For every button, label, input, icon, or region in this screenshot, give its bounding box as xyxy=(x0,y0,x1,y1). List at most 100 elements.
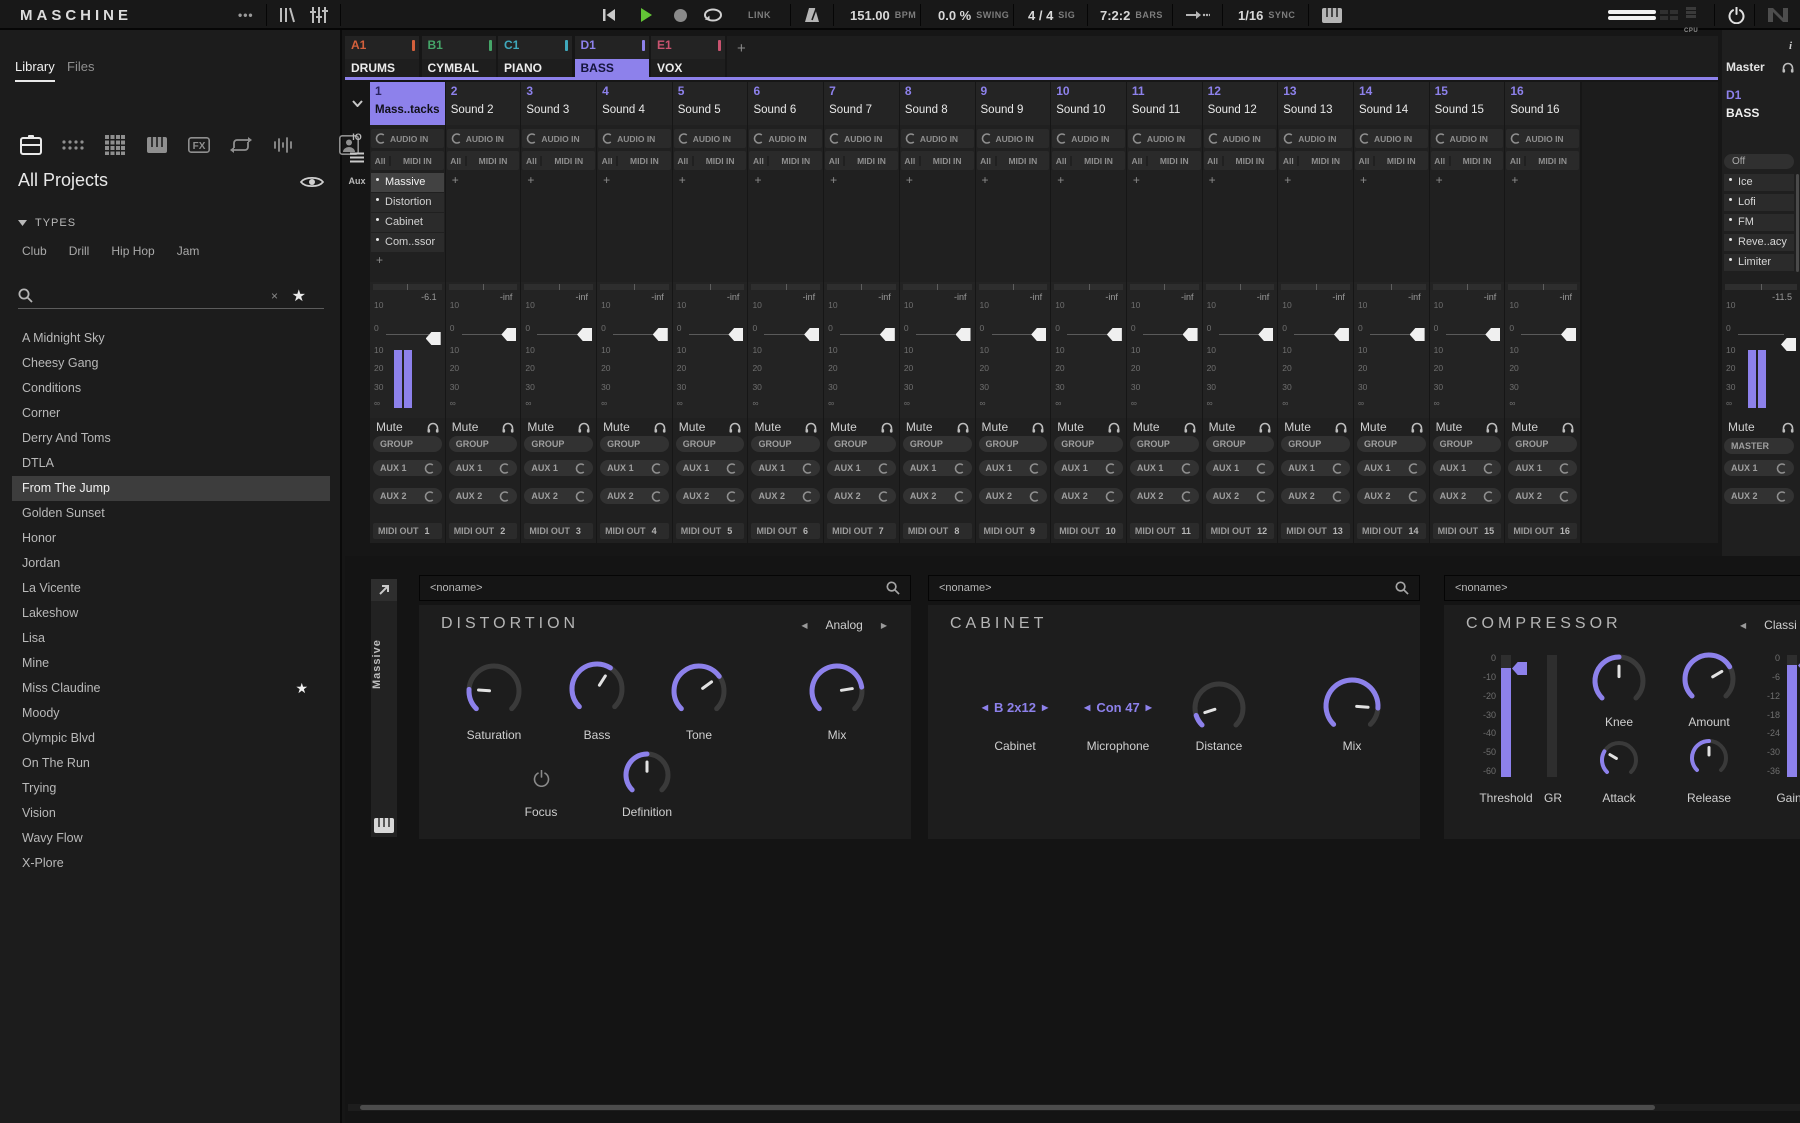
cabinet-mix-knob[interactable] xyxy=(1321,675,1383,737)
amount-knob[interactable] xyxy=(1680,650,1738,708)
mute-button[interactable]: Mute xyxy=(1133,420,1160,434)
midi-out-button[interactable]: MIDI OUT12 xyxy=(1206,523,1275,539)
aux1-button[interactable]: AUX 1 xyxy=(1508,460,1577,476)
aux1-button[interactable]: AUX 1 xyxy=(373,460,442,476)
cue-icon[interactable] xyxy=(1108,422,1120,433)
master-plugin-item[interactable]: Lofi xyxy=(1724,194,1794,211)
mute-button[interactable]: Mute xyxy=(603,420,630,434)
channel-header[interactable]: 5 Sound 5 xyxy=(673,82,748,125)
midi-out-button[interactable]: MIDI OUT15 xyxy=(1433,523,1502,539)
channel-strip-13[interactable]: 13 Sound 13 AUDIO IN All MIDI IN + -inf … xyxy=(1278,82,1353,543)
group-tab-a1[interactable]: A1DRUMS xyxy=(345,36,419,77)
pan-strip[interactable] xyxy=(1281,284,1350,290)
aux1-button[interactable]: AUX 1 xyxy=(1357,460,1426,476)
play-button[interactable] xyxy=(641,0,652,30)
aux2-button[interactable]: AUX 2 xyxy=(1054,488,1123,504)
project-item[interactable]: La Vicente xyxy=(0,576,342,601)
group-route-button[interactable]: GROUP xyxy=(449,436,518,452)
prev-icon[interactable]: ◀ xyxy=(982,703,988,712)
browser-toggle-icon[interactable] xyxy=(278,0,296,30)
channel-header[interactable]: 3 Sound 3 xyxy=(521,82,596,125)
aux2-button[interactable]: AUX 2 xyxy=(1357,488,1426,504)
aux1-button[interactable]: AUX 1 xyxy=(979,460,1048,476)
project-item[interactable]: Cheesy Gang xyxy=(0,351,342,376)
project-item[interactable]: From The Jump xyxy=(12,476,330,501)
midi-out-button[interactable]: MIDI OUT7 xyxy=(827,523,896,539)
cue-icon[interactable] xyxy=(1562,422,1574,433)
distortion-preset-selector[interactable]: ◀ Analog ▶ xyxy=(801,618,887,632)
audio-in-button[interactable]: AUDIO IN xyxy=(977,129,1050,148)
saturation-knob[interactable] xyxy=(464,661,524,721)
midi-in-button[interactable]: All MIDI IN xyxy=(371,151,444,170)
cue-icon[interactable] xyxy=(1411,422,1423,433)
tone-knob[interactable] xyxy=(669,661,729,721)
pan-strip[interactable] xyxy=(1433,284,1502,290)
project-item[interactable]: Moody xyxy=(0,701,342,726)
prev-preset-icon[interactable]: ◀ xyxy=(1740,621,1746,630)
aux2-button[interactable]: AUX 2 xyxy=(1130,488,1199,504)
tab-files[interactable]: Files xyxy=(67,59,94,74)
cue-icon[interactable] xyxy=(1259,422,1271,433)
mute-button[interactable]: Mute xyxy=(1284,420,1311,434)
project-item[interactable]: Golden Sunset xyxy=(0,501,342,526)
cabinet-preset-search[interactable]: <noname> xyxy=(928,575,1420,601)
project-item[interactable]: Jordan xyxy=(0,551,342,576)
mute-button[interactable]: Mute xyxy=(527,420,554,434)
audio-engine-power-icon[interactable] xyxy=(1728,0,1745,30)
add-plugin-button[interactable]: + xyxy=(1430,173,1505,189)
clear-search-icon[interactable]: × xyxy=(271,289,278,303)
aux1-button[interactable]: AUX 1 xyxy=(449,460,518,476)
midi-in-button[interactable]: All MIDI IN xyxy=(901,151,974,170)
midi-out-button[interactable]: MIDI OUT9 xyxy=(979,523,1048,539)
distortion-preset-search[interactable]: <noname> xyxy=(419,575,911,601)
expand-plugin-icon[interactable] xyxy=(371,579,397,601)
release-knob[interactable] xyxy=(1687,736,1731,780)
attack-knob[interactable] xyxy=(1597,738,1641,782)
link-button[interactable]: LINK xyxy=(748,0,771,30)
fader-handle[interactable] xyxy=(1410,328,1425,341)
add-plugin-button[interactable]: + xyxy=(370,253,445,269)
aux-section-label[interactable]: Aux xyxy=(345,176,369,186)
project-item[interactable]: X-Plore xyxy=(0,851,342,876)
group-route-button[interactable]: GROUP xyxy=(751,436,820,452)
channel-header[interactable]: 1 Mass..tacks xyxy=(370,82,445,125)
fader-handle[interactable] xyxy=(1334,328,1349,341)
channel-plugin-item[interactable]: Cabinet xyxy=(371,213,444,232)
type-tag[interactable]: Hip Hop xyxy=(111,244,154,258)
master-fader-handle[interactable] xyxy=(1781,338,1796,351)
aux2-button[interactable]: AUX 2 xyxy=(903,488,972,504)
project-item[interactable]: DTLA xyxy=(0,451,342,476)
midi-in-button[interactable]: All MIDI IN xyxy=(1204,151,1277,170)
definition-knob[interactable] xyxy=(621,749,673,801)
level-section-icon[interactable] xyxy=(345,152,369,163)
audio-in-button[interactable]: AUDIO IN xyxy=(371,129,444,148)
channel-strip-8[interactable]: 8 Sound 8 AUDIO IN All MIDI IN + -inf 10… xyxy=(900,82,975,543)
project-item[interactable]: Trying xyxy=(0,776,342,801)
aux2-button[interactable]: AUX 2 xyxy=(676,488,745,504)
tempo-display[interactable]: 151.00BPM xyxy=(850,0,916,30)
midi-out-button[interactable]: MIDI OUT2 xyxy=(449,523,518,539)
aux2-button[interactable]: AUX 2 xyxy=(979,488,1048,504)
midi-in-button[interactable]: All MIDI IN xyxy=(1279,151,1352,170)
mixer-view-icon[interactable] xyxy=(310,0,328,30)
project-item[interactable]: Miss Claudine★ xyxy=(0,676,342,701)
project-item[interactable]: Conditions xyxy=(0,376,342,401)
aux1-button[interactable]: AUX 1 xyxy=(600,460,669,476)
add-plugin-button[interactable]: + xyxy=(1127,173,1202,189)
cue-icon[interactable] xyxy=(1486,422,1498,433)
audio-in-button[interactable]: AUDIO IN xyxy=(1355,129,1428,148)
signature-display[interactable]: 4 / 4SIG xyxy=(1028,0,1075,30)
midi-in-button[interactable]: All MIDI IN xyxy=(522,151,595,170)
pan-strip[interactable] xyxy=(1130,284,1199,290)
add-plugin-button[interactable]: + xyxy=(673,173,748,189)
search-icon[interactable] xyxy=(886,581,900,595)
type-tag[interactable]: Club xyxy=(22,244,47,258)
master-cue-icon[interactable] xyxy=(1782,422,1794,433)
gain-slider[interactable] xyxy=(1787,655,1797,777)
aux-mini-knob-icon[interactable] xyxy=(1776,491,1787,502)
favorite-star-icon[interactable]: ★ xyxy=(295,676,308,701)
aux1-button[interactable]: AUX 1 xyxy=(1281,460,1350,476)
audio-in-button[interactable]: AUDIO IN xyxy=(1279,129,1352,148)
search-row[interactable]: × ★ xyxy=(18,283,324,309)
aux2-button[interactable]: AUX 2 xyxy=(1206,488,1275,504)
